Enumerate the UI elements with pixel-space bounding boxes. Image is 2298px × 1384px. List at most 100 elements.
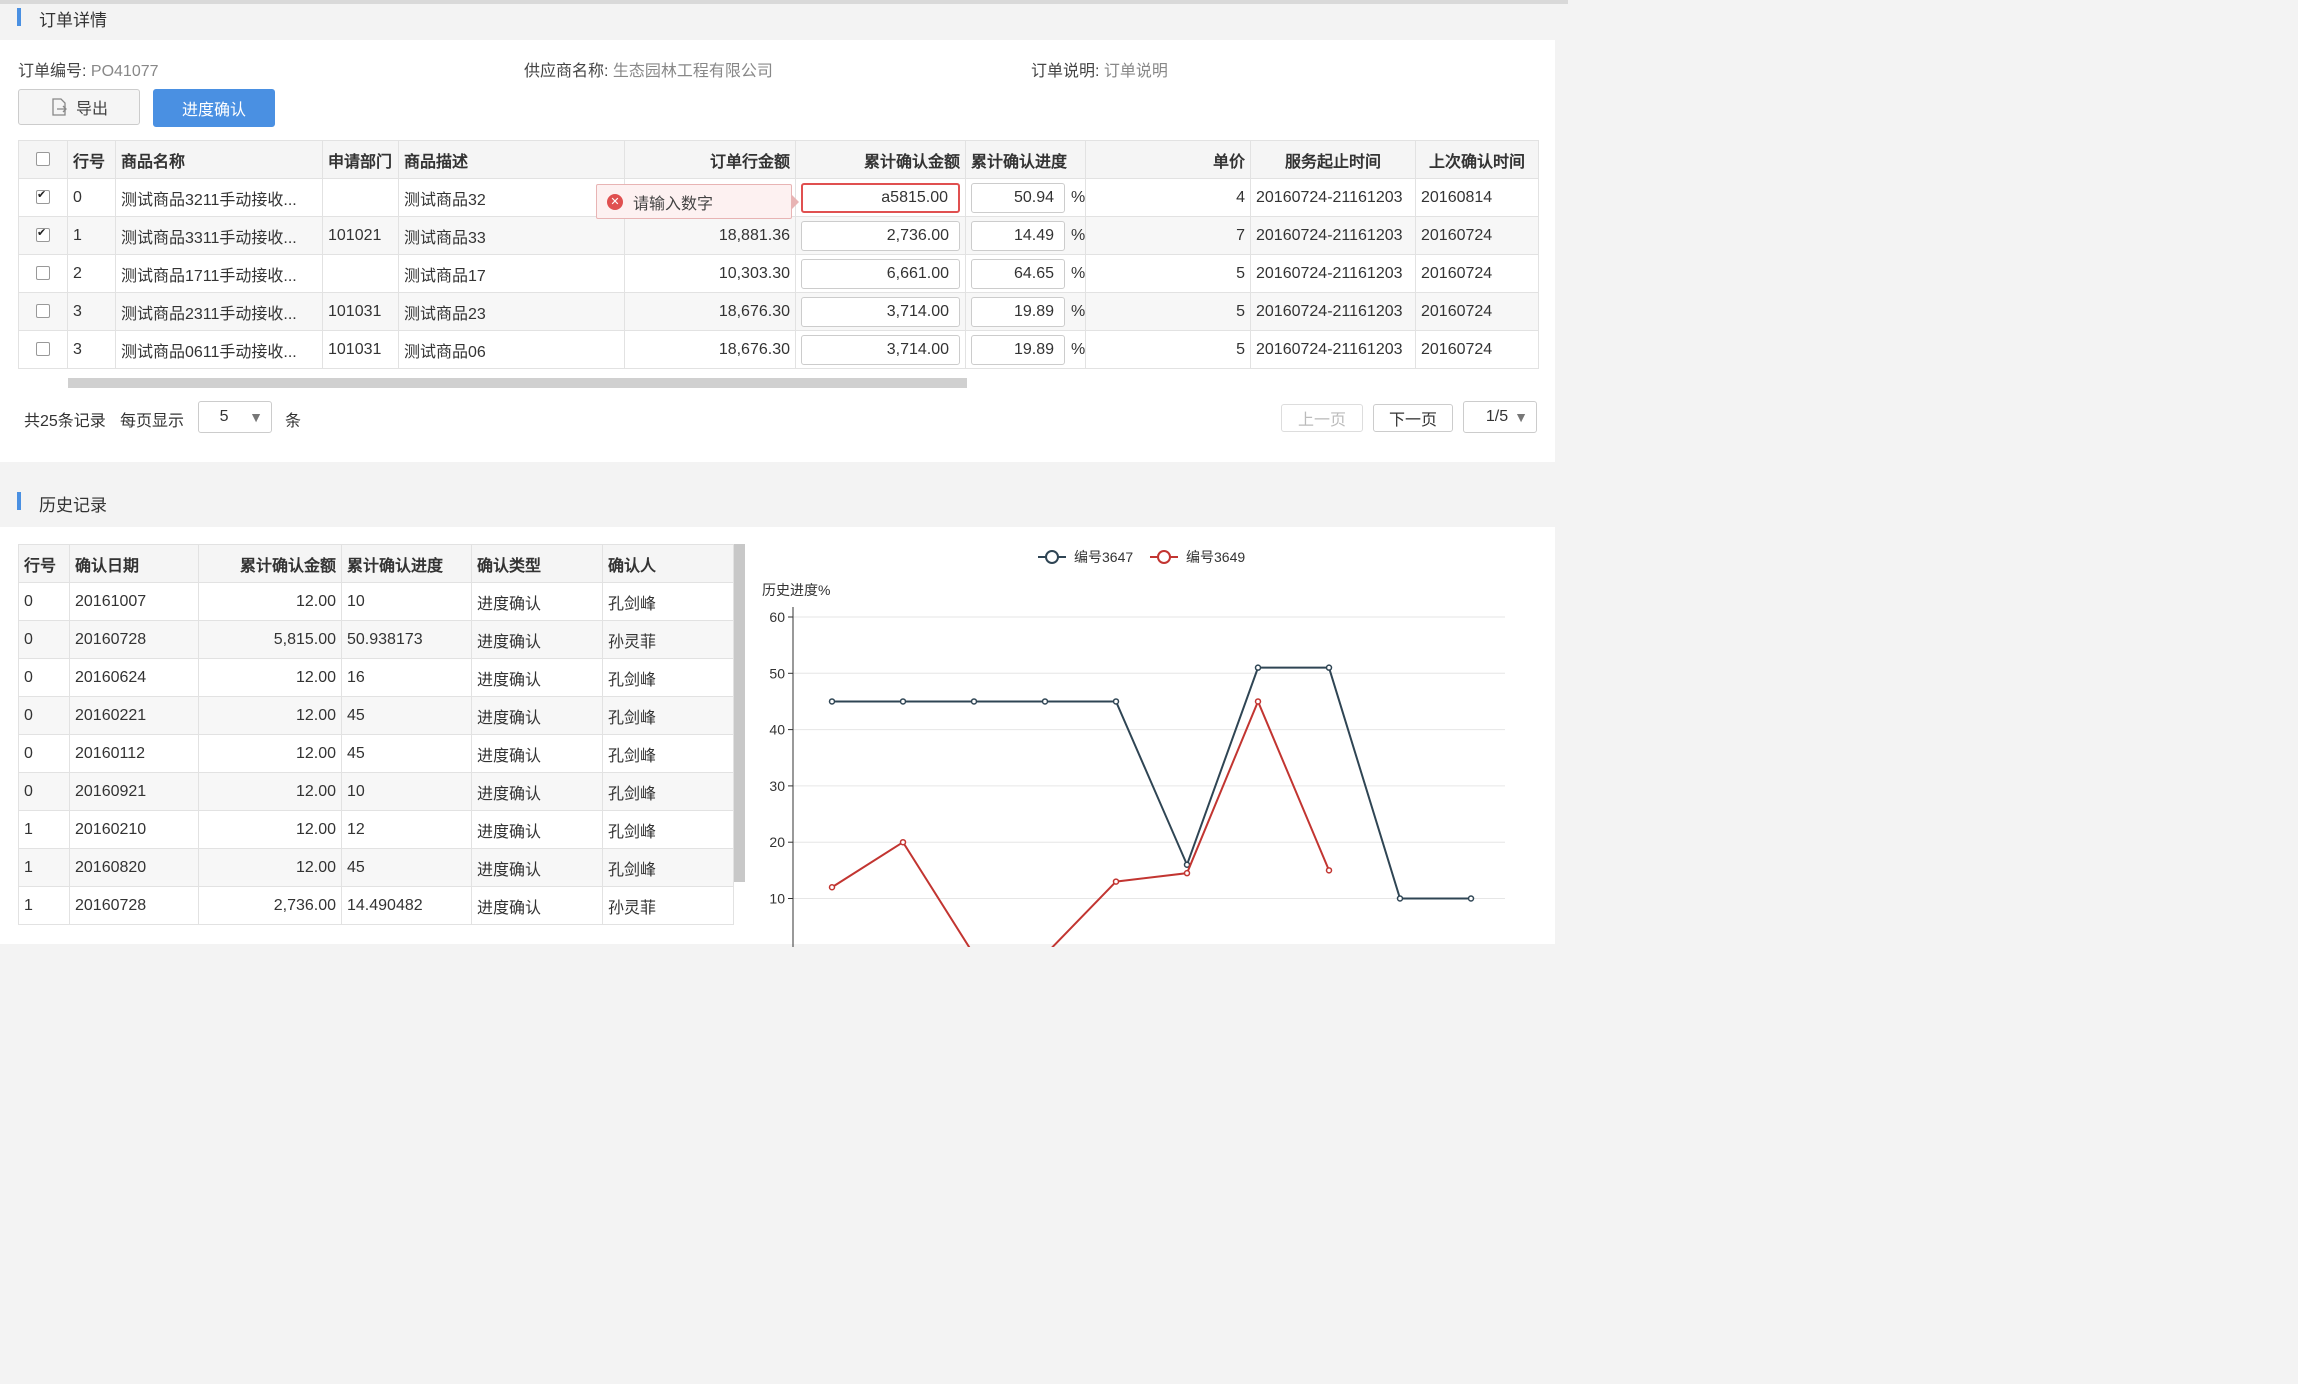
- select-all-cell[interactable]: [18, 140, 68, 179]
- y-axis-label: 历史进度%: [762, 582, 830, 598]
- progress-cell: %: [965, 330, 1086, 369]
- confirmed-amount: 12.00: [198, 810, 342, 849]
- row-select-cell[interactable]: [18, 292, 68, 331]
- row-checkbox[interactable]: [36, 226, 50, 243]
- confirmed-amount: 5,815.00: [198, 620, 342, 659]
- confirmed-amount: 12.00: [198, 772, 342, 811]
- order-no-value: PO41077: [90, 63, 159, 80]
- row-checkbox[interactable]: [36, 266, 50, 281]
- progress-input[interactable]: [971, 220, 1065, 251]
- per-page-select[interactable]: 5 ▼: [198, 401, 272, 433]
- row-select-cell[interactable]: [18, 216, 68, 255]
- y-tick-label: 40: [769, 722, 785, 738]
- data-point: [828, 883, 836, 891]
- progress-input[interactable]: [971, 334, 1065, 365]
- request-dept: 101021: [322, 216, 399, 255]
- confirmed-amount: 12.00: [198, 658, 342, 697]
- row-checkbox[interactable]: [36, 342, 50, 357]
- confirmed-amount-input[interactable]: [801, 334, 960, 365]
- history-row: 0 20160728 5,815.00 50.938173 进度确认 孙灵菲: [18, 620, 734, 659]
- last-confirm-date: 20160724: [1415, 292, 1539, 331]
- service-period: 20160724-21161203: [1250, 254, 1416, 293]
- confirm-type: 进度确认: [471, 620, 603, 659]
- service-period: 20160724-21161203: [1250, 292, 1416, 331]
- confirm-date: 20160728: [69, 620, 199, 659]
- history-table-vscrollbar[interactable]: [734, 544, 745, 882]
- row-select-cell[interactable]: [18, 178, 68, 217]
- order-row[interactable]: 1测试商品3311手动接收...101021测试商品3318,881.36%72…: [18, 216, 1539, 255]
- confirm-date: 20161007: [69, 582, 199, 621]
- page-select[interactable]: 1/5 ▼: [1463, 401, 1537, 433]
- order-no-label: 订单编号:: [18, 63, 87, 80]
- confirm-type: 进度确认: [471, 696, 603, 735]
- row-no: 1: [18, 810, 70, 849]
- progress-input[interactable]: [971, 296, 1065, 327]
- data-point: [1467, 895, 1475, 902]
- confirmed-progress: 12: [341, 810, 472, 849]
- confirm-type: 进度确认: [471, 658, 603, 697]
- col-header: 订单行金额: [624, 140, 796, 179]
- select-all-checkbox[interactable]: [36, 152, 50, 167]
- col-header: 上次确认时间: [1415, 140, 1539, 179]
- confirmed-amount: 12.00: [198, 734, 342, 773]
- row-no: 0: [18, 658, 70, 697]
- confirmed-progress: 45: [341, 734, 472, 773]
- product-name: 测试商品0611手动接收...: [115, 330, 323, 369]
- row-no: 1: [18, 848, 70, 887]
- data-point: [1396, 895, 1404, 902]
- history-row: 0 20160921 12.00 10 进度确认 孔剑峰: [18, 772, 734, 811]
- product-name: 测试商品2311手动接收...: [115, 292, 323, 331]
- progress-confirm-button[interactable]: 进度确认: [153, 89, 275, 127]
- data-point: [970, 698, 978, 705]
- last-confirm-date: 20160814: [1415, 178, 1539, 217]
- confirm-date: 20160221: [69, 696, 199, 735]
- confirmed-amount-input[interactable]: [801, 220, 960, 251]
- confirm-type: 进度确认: [471, 582, 603, 621]
- order-row[interactable]: 2测试商品1711手动接收...测试商品1710,303.30%52016072…: [18, 254, 1539, 293]
- percent-sign: %: [1071, 340, 1086, 358]
- prev-page-button[interactable]: 上一页: [1281, 404, 1363, 432]
- history-row: 1 20160820 12.00 45 进度确认 孔剑峰: [18, 848, 734, 887]
- row-checkbox[interactable]: [36, 188, 50, 205]
- confirm-type: 进度确认: [471, 734, 603, 773]
- data-point: [1041, 698, 1049, 705]
- order-table-hscrollbar[interactable]: [68, 378, 967, 388]
- export-button[interactable]: 导出: [18, 89, 140, 125]
- confirmed-amount: 12.00: [198, 582, 342, 621]
- progress-cell: %: [965, 216, 1086, 255]
- confirmed-amount-cell: [795, 254, 966, 293]
- row-select-cell[interactable]: [18, 254, 68, 293]
- confirm-date: 20160820: [69, 848, 199, 887]
- order-row[interactable]: 3测试商品2311手动接收...101031测试商品2318,676.30%52…: [18, 292, 1539, 331]
- unit-price: 7: [1085, 216, 1251, 255]
- order-section-title: 订单详情: [39, 11, 107, 30]
- confirmed-amount-input[interactable]: [801, 296, 960, 327]
- row-select-cell[interactable]: [18, 330, 68, 369]
- confirmed-amount-cell: [795, 292, 966, 331]
- confirmed-progress: 45: [341, 696, 472, 735]
- per-page-value: 5: [219, 408, 229, 425]
- history-row: 1 20160210 12.00 12 进度确认 孔剑峰: [18, 810, 734, 849]
- y-tick-label: 60: [769, 609, 785, 625]
- progress-input[interactable]: [971, 182, 1065, 213]
- confirmed-amount-input[interactable]: [801, 182, 960, 213]
- confirmed-amount-input[interactable]: [801, 258, 960, 289]
- line-amount: 18,676.30: [624, 292, 796, 331]
- row-no: 0: [67, 178, 116, 217]
- y-tick-label: 50: [769, 665, 785, 681]
- next-page-button[interactable]: 下一页: [1373, 404, 1453, 432]
- progress-input[interactable]: [971, 258, 1065, 289]
- confirmed-amount: 2,736.00: [198, 886, 342, 925]
- order-table: 行号 商品名称 申请部门 商品描述 订单行金额 累计确认金额 累计确认进度 单价…: [18, 140, 1539, 369]
- confirmed-amount-cell: [795, 330, 966, 369]
- confirm-date: 20160921: [69, 772, 199, 811]
- order-row[interactable]: 3测试商品0611手动接收...101031测试商品0618,676.30%52…: [18, 330, 1539, 369]
- row-checkbox[interactable]: [36, 304, 50, 319]
- product-desc: 测试商品23: [398, 292, 625, 331]
- confirmed-progress: 10: [341, 772, 472, 811]
- error-icon: ✕: [607, 193, 623, 210]
- row-no: 0: [18, 772, 70, 811]
- progress-confirm-label: 进度确认: [181, 102, 246, 119]
- request-dept: [322, 178, 399, 217]
- last-confirm-date: 20160724: [1415, 330, 1539, 369]
